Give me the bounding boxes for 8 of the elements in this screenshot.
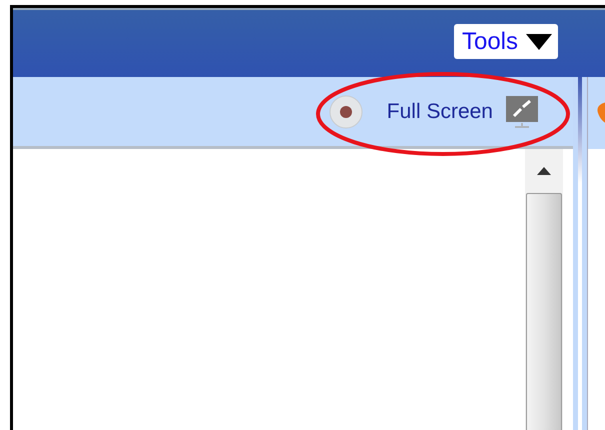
scroll-up-icon[interactable]: [537, 167, 551, 175]
monitor-icon[interactable]: [505, 94, 539, 128]
full-screen-link[interactable]: Full Screen: [386, 100, 493, 124]
scroll-thumb[interactable]: [526, 193, 562, 430]
tools-button[interactable]: Tools: [454, 24, 558, 59]
record-icon[interactable]: [328, 94, 363, 128]
caret-icon: [526, 34, 552, 50]
scrollbar[interactable]: [525, 149, 563, 430]
